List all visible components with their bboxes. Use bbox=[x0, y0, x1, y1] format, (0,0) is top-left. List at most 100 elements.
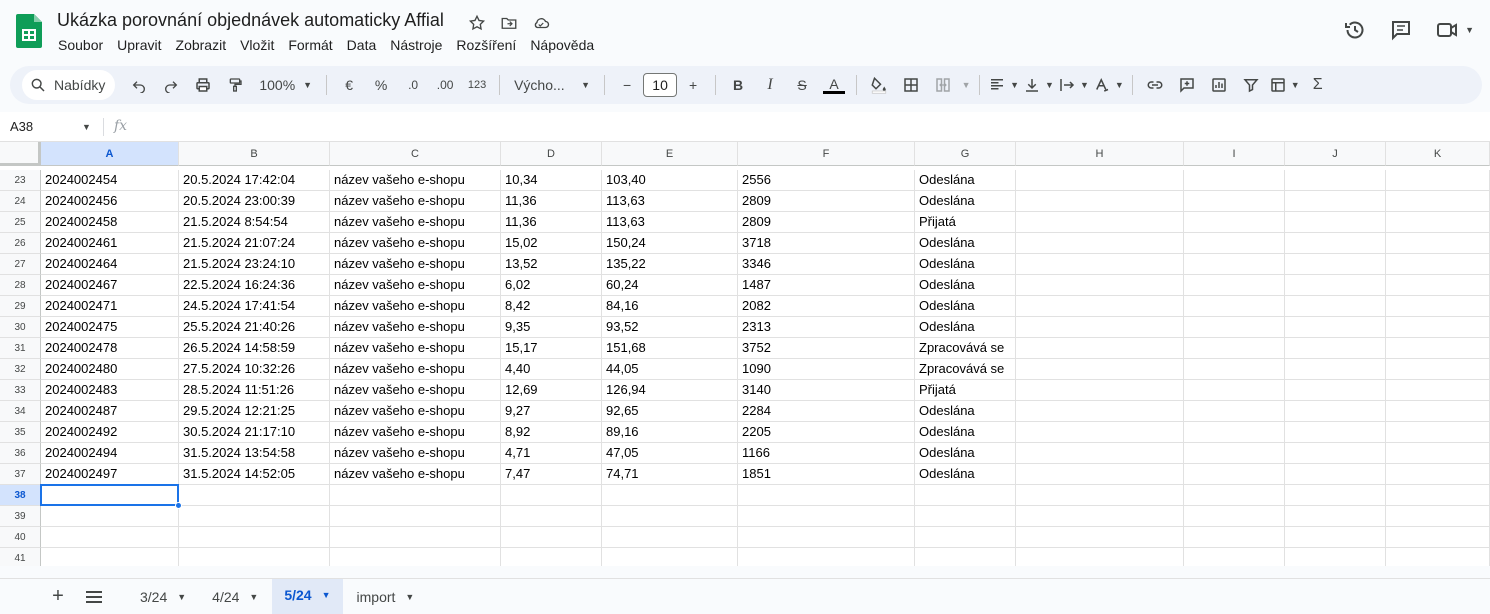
cell-g40[interactable] bbox=[915, 527, 1016, 548]
menu-tools[interactable]: Nástroje bbox=[390, 37, 442, 53]
cell-e24[interactable]: 113,63 bbox=[602, 191, 738, 212]
cell-i29[interactable] bbox=[1184, 296, 1285, 317]
cell-a30[interactable]: 2024002475 bbox=[41, 317, 179, 338]
row-header[interactable]: 35 bbox=[0, 422, 41, 443]
cell-f24[interactable]: 2809 bbox=[738, 191, 915, 212]
row-header[interactable]: 36 bbox=[0, 443, 41, 464]
italic-button[interactable]: I bbox=[756, 71, 784, 99]
increase-font-size-button[interactable]: + bbox=[679, 71, 707, 99]
increase-decimal-button[interactable]: .00 bbox=[431, 71, 459, 99]
cell-c33[interactable]: název vašeho e-shopu bbox=[330, 380, 501, 401]
cell-j30[interactable] bbox=[1285, 317, 1386, 338]
cell-k32[interactable] bbox=[1386, 359, 1490, 380]
number-format-button[interactable]: 123 bbox=[463, 71, 491, 99]
cell-k29[interactable] bbox=[1386, 296, 1490, 317]
cell-f27[interactable]: 3346 bbox=[738, 254, 915, 275]
insert-chart-icon[interactable] bbox=[1205, 71, 1233, 99]
cell-f30[interactable]: 2313 bbox=[738, 317, 915, 338]
undo-icon[interactable] bbox=[125, 71, 153, 99]
cloud-status-icon[interactable] bbox=[530, 12, 552, 34]
cell-a40[interactable] bbox=[41, 527, 179, 548]
cell-h38[interactable] bbox=[1016, 485, 1184, 506]
cell-f25[interactable]: 2809 bbox=[738, 212, 915, 233]
cell-b34[interactable]: 29.5.2024 12:21:25 bbox=[179, 401, 330, 422]
cell-g30[interactable]: Odeslána bbox=[915, 317, 1016, 338]
row-header[interactable]: 38 bbox=[0, 485, 41, 506]
star-icon[interactable] bbox=[466, 12, 488, 34]
cell-g36[interactable]: Odeslána bbox=[915, 443, 1016, 464]
cell-i38[interactable] bbox=[1184, 485, 1285, 506]
cell-k31[interactable] bbox=[1386, 338, 1490, 359]
cell-j24[interactable] bbox=[1285, 191, 1386, 212]
insert-link-icon[interactable] bbox=[1141, 71, 1169, 99]
cell-j34[interactable] bbox=[1285, 401, 1386, 422]
cell-d36[interactable]: 4,71 bbox=[501, 443, 602, 464]
cell-a29[interactable]: 2024002471 bbox=[41, 296, 179, 317]
percent-format-button[interactable]: % bbox=[367, 71, 395, 99]
cell-i27[interactable] bbox=[1184, 254, 1285, 275]
cell-j27[interactable] bbox=[1285, 254, 1386, 275]
cell-d25[interactable]: 11,36 bbox=[501, 212, 602, 233]
bold-button[interactable]: B bbox=[724, 71, 752, 99]
cell-a41[interactable] bbox=[41, 548, 179, 566]
cell-h40[interactable] bbox=[1016, 527, 1184, 548]
cell-h34[interactable] bbox=[1016, 401, 1184, 422]
cell-d24[interactable]: 11,36 bbox=[501, 191, 602, 212]
cell-a36[interactable]: 2024002494 bbox=[41, 443, 179, 464]
cell-h36[interactable] bbox=[1016, 443, 1184, 464]
zoom-select[interactable]: 100% ▼ bbox=[253, 71, 318, 99]
cell-a39[interactable] bbox=[41, 506, 179, 527]
cell-b33[interactable]: 28.5.2024 11:51:26 bbox=[179, 380, 330, 401]
menu-insert[interactable]: Vložit bbox=[240, 37, 274, 53]
cell-b24[interactable]: 20.5.2024 23:00:39 bbox=[179, 191, 330, 212]
cell-c32[interactable]: název vašeho e-shopu bbox=[330, 359, 501, 380]
cell-k40[interactable] bbox=[1386, 527, 1490, 548]
chevron-down-icon[interactable]: ▼ bbox=[961, 71, 971, 99]
cell-g29[interactable]: Odeslána bbox=[915, 296, 1016, 317]
cell-h41[interactable] bbox=[1016, 548, 1184, 566]
cell-c26[interactable]: název vašeho e-shopu bbox=[330, 233, 501, 254]
meet-video-icon[interactable]: ▼ bbox=[1435, 18, 1474, 42]
cell-a33[interactable]: 2024002483 bbox=[41, 380, 179, 401]
cell-c40[interactable] bbox=[330, 527, 501, 548]
cell-c29[interactable]: název vašeho e-shopu bbox=[330, 296, 501, 317]
cell-b23[interactable]: 20.5.2024 17:42:04 bbox=[179, 170, 330, 191]
row-header[interactable]: 26 bbox=[0, 233, 41, 254]
cell-h29[interactable] bbox=[1016, 296, 1184, 317]
cell-f39[interactable] bbox=[738, 506, 915, 527]
cell-h31[interactable] bbox=[1016, 338, 1184, 359]
cell-e27[interactable]: 135,22 bbox=[602, 254, 738, 275]
cell-k39[interactable] bbox=[1386, 506, 1490, 527]
cell-a25[interactable]: 2024002458 bbox=[41, 212, 179, 233]
functions-button[interactable]: Σ bbox=[1304, 71, 1332, 99]
horizontal-align-icon[interactable]: ▼ bbox=[988, 71, 1019, 99]
cell-k28[interactable] bbox=[1386, 275, 1490, 296]
cell-i35[interactable] bbox=[1184, 422, 1285, 443]
row-header[interactable]: 41 bbox=[0, 548, 41, 566]
fill-color-icon[interactable] bbox=[865, 71, 893, 99]
cell-c38[interactable] bbox=[330, 485, 501, 506]
row-header[interactable]: 25 bbox=[0, 212, 41, 233]
cell-e29[interactable]: 84,16 bbox=[602, 296, 738, 317]
comments-icon[interactable] bbox=[1389, 18, 1413, 42]
cell-k25[interactable] bbox=[1386, 212, 1490, 233]
column-header-j[interactable]: J bbox=[1285, 142, 1386, 166]
cell-a27[interactable]: 2024002464 bbox=[41, 254, 179, 275]
cell-j37[interactable] bbox=[1285, 464, 1386, 485]
cell-f41[interactable] bbox=[738, 548, 915, 566]
cell-e37[interactable]: 74,71 bbox=[602, 464, 738, 485]
cell-h24[interactable] bbox=[1016, 191, 1184, 212]
cell-b26[interactable]: 21.5.2024 21:07:24 bbox=[179, 233, 330, 254]
move-folder-icon[interactable] bbox=[498, 12, 520, 34]
row-header[interactable]: 32 bbox=[0, 359, 41, 380]
cell-i31[interactable] bbox=[1184, 338, 1285, 359]
cell-i24[interactable] bbox=[1184, 191, 1285, 212]
cell-a34[interactable]: 2024002487 bbox=[41, 401, 179, 422]
cell-h35[interactable] bbox=[1016, 422, 1184, 443]
font-family-select[interactable]: Výcho... ▼ bbox=[508, 71, 596, 99]
menu-help[interactable]: Nápověda bbox=[530, 37, 594, 53]
cell-h26[interactable] bbox=[1016, 233, 1184, 254]
filter-icon[interactable] bbox=[1237, 71, 1265, 99]
cell-g34[interactable]: Odeslána bbox=[915, 401, 1016, 422]
cell-d35[interactable]: 8,92 bbox=[501, 422, 602, 443]
